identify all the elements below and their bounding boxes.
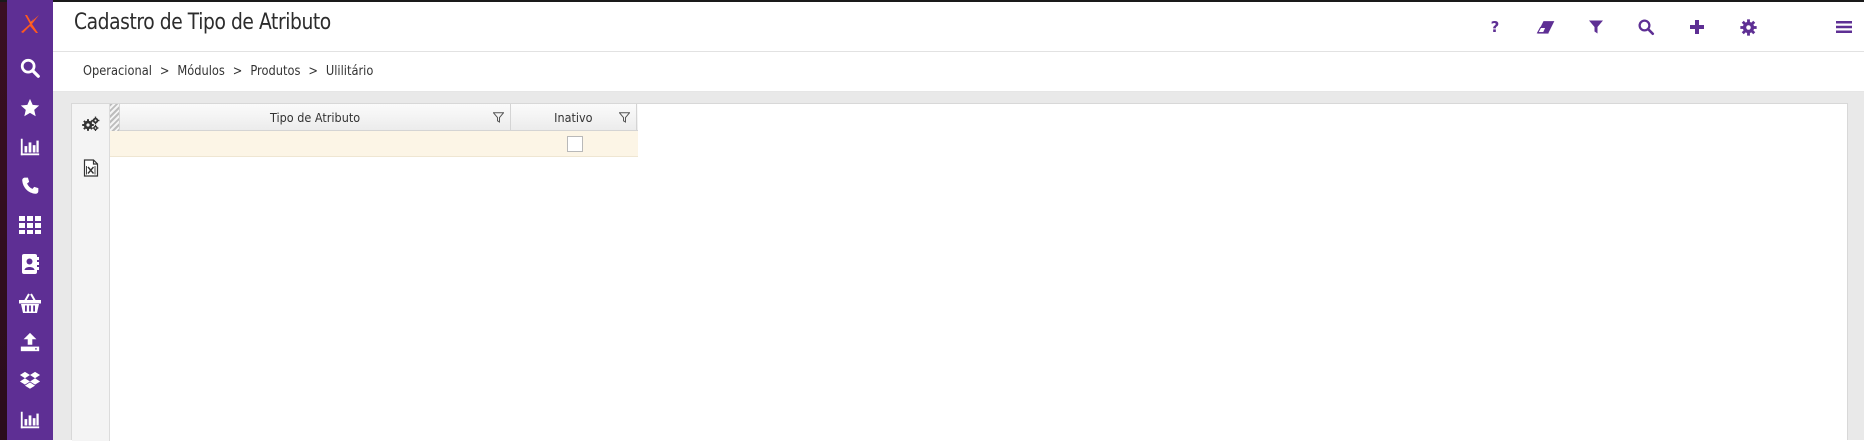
clear-button[interactable] (1534, 15, 1558, 39)
column-label: Inativo (554, 110, 593, 125)
breadcrumb: Operacional > Módulos > Produtos > Ulili… (83, 64, 373, 79)
panel-toolbar (72, 104, 110, 441)
logo-x-icon[interactable] (7, 0, 53, 49)
sidebar-item-reports[interactable] (7, 127, 53, 166)
menu-button[interactable] (1832, 15, 1856, 39)
sidebar-item-reports-2[interactable] (7, 401, 53, 440)
upload-icon (20, 333, 40, 352)
column-header-tipo-de-atributo[interactable]: Tipo de Atributo (120, 104, 511, 131)
breadcrumb-item-utilitario[interactable]: Ulilitário (326, 64, 373, 79)
data-grid: Tipo de Atributo Inativo (110, 104, 638, 157)
bar-chart-icon (20, 412, 40, 429)
sidebar-item-phone[interactable] (7, 166, 53, 205)
breadcrumb-bar: Operacional > Módulos > Produtos > Ulili… (53, 52, 1864, 92)
dropbox-icon (19, 372, 41, 390)
plus-icon (1690, 20, 1704, 34)
grid-panel: Tipo de Atributo Inativo (71, 103, 1848, 441)
sidebar-item-dropbox[interactable] (7, 362, 53, 401)
filter-button[interactable] (1584, 15, 1608, 39)
search-icon (20, 59, 40, 79)
sidebar-item-upload[interactable] (7, 323, 53, 362)
window-edge (0, 0, 7, 440)
sidebar-item-favorites[interactable] (7, 88, 53, 127)
sidebar (7, 0, 53, 440)
grid-header: Tipo de Atributo Inativo (110, 104, 638, 131)
eraser-icon (1536, 21, 1555, 34)
table-row[interactable] (110, 131, 638, 157)
add-button[interactable] (1685, 15, 1709, 39)
basket-icon (19, 293, 41, 314)
bar-chart-icon (20, 138, 40, 155)
star-icon (20, 98, 40, 116)
cell-tipo-de-atributo[interactable] (120, 131, 511, 156)
excel-export-icon (83, 159, 99, 177)
column-resize-grip[interactable] (110, 104, 120, 131)
sidebar-item-search[interactable] (7, 49, 53, 88)
page-title: Cadastro de Tipo de Atributo (74, 10, 331, 35)
column-filter-icon[interactable] (493, 112, 504, 123)
breadcrumb-separator: > (308, 64, 318, 79)
header: Cadastro de Tipo de Atributo ? (53, 2, 1864, 52)
gears-icon (82, 116, 100, 131)
phone-icon (22, 177, 39, 194)
contact-book-icon (22, 253, 39, 274)
gear-icon (1739, 18, 1757, 36)
filter-icon (1589, 20, 1603, 34)
grid-options-button[interactable] (81, 114, 101, 134)
sidebar-item-grid[interactable] (7, 205, 53, 244)
column-filter-icon[interactable] (619, 112, 630, 123)
search-icon (1638, 19, 1655, 36)
cell-inativo (511, 131, 638, 156)
sidebar-item-contacts[interactable] (7, 244, 53, 283)
menu-icon (1836, 21, 1852, 33)
grid-icon (19, 215, 41, 234)
export-excel-button[interactable] (81, 158, 101, 178)
breadcrumb-separator: > (159, 64, 170, 79)
help-button[interactable]: ? (1483, 15, 1507, 39)
breadcrumb-item-modulos[interactable]: Módulos (177, 64, 225, 79)
settings-button[interactable] (1736, 15, 1760, 39)
column-header-inativo[interactable]: Inativo (511, 104, 637, 131)
breadcrumb-item-produtos[interactable]: Produtos (250, 64, 300, 79)
search-button[interactable] (1634, 15, 1658, 39)
help-icon: ? (1490, 18, 1500, 36)
row-spacer (110, 131, 120, 156)
column-label: Tipo de Atributo (269, 110, 361, 125)
breadcrumb-separator: > (232, 64, 243, 79)
inativo-checkbox[interactable] (566, 135, 583, 152)
sidebar-item-basket[interactable] (7, 284, 53, 323)
breadcrumb-item-operacional[interactable]: Operacional (83, 64, 152, 79)
